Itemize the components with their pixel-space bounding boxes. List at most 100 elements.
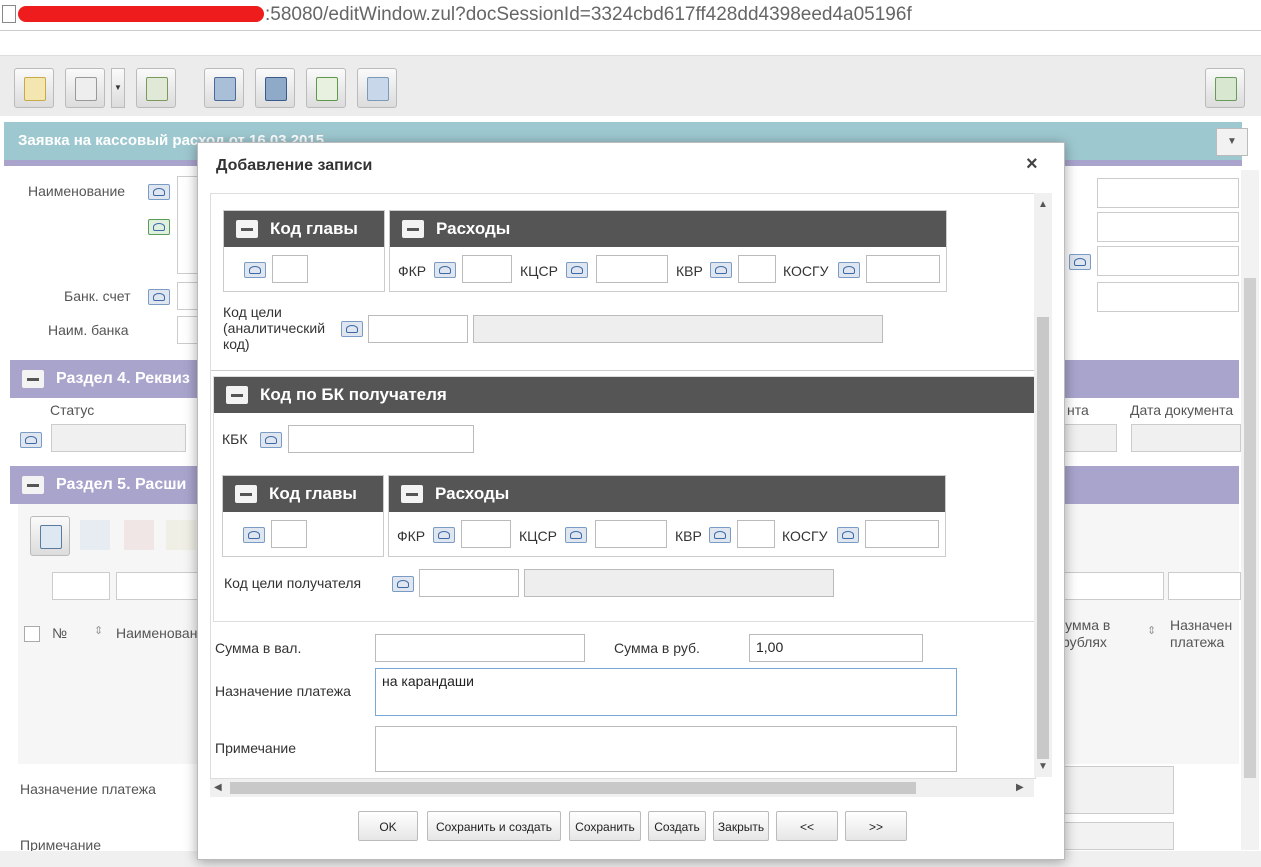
kvr-label: КВР	[676, 263, 703, 279]
kbk-label: КБК	[222, 431, 248, 447]
purpose-textarea[interactable]: на карандаши	[375, 668, 957, 716]
fkr-lookup-icon[interactable]	[434, 262, 456, 278]
page-scroll-thumb[interactable]	[1244, 278, 1256, 778]
dialog-vscroll-thumb[interactable]	[1037, 317, 1049, 759]
kcsr-lookup-icon[interactable]	[566, 262, 588, 278]
sort-icon[interactable]: ⇕	[1147, 624, 1156, 637]
sum-val-input[interactable]	[375, 634, 585, 662]
kod-glavy-lookup-icon[interactable]	[244, 262, 266, 278]
dialog-hscrollbar[interactable]: ◀ ▶	[210, 779, 1034, 797]
collapse-icon[interactable]	[401, 485, 423, 503]
page-scrollbar[interactable]	[1241, 170, 1259, 850]
next-button[interactable]: >>	[845, 811, 907, 841]
kbk-recipient-header[interactable]: Код по БК получателя	[214, 377, 1034, 413]
ok-button[interactable]: OK	[358, 811, 418, 841]
kvr-lookup-icon[interactable]	[710, 262, 732, 278]
kcsr-lookup-icon-2[interactable]	[565, 527, 587, 543]
right-lookup-icon[interactable]	[1069, 254, 1091, 270]
kod-glavy-lookup-icon-2[interactable]	[243, 527, 265, 543]
add-row-button[interactable]	[30, 516, 70, 556]
close-icon[interactable]: ×	[1026, 153, 1038, 176]
collapse-icon[interactable]	[236, 220, 258, 238]
fkr-lookup-icon-2[interactable]	[433, 527, 455, 543]
kod-glavy-header[interactable]: Код главы	[224, 211, 384, 247]
kcsr-input[interactable]	[596, 255, 668, 283]
filter-num[interactable]	[52, 572, 110, 600]
filter-name[interactable]	[116, 572, 200, 600]
save-close-button[interactable]	[204, 68, 244, 108]
kod-celi-poluch-input[interactable]	[419, 569, 519, 597]
kcsr-input-2[interactable]	[595, 520, 667, 548]
right-input-3[interactable]	[1097, 246, 1239, 276]
collapse-icon[interactable]	[402, 220, 424, 238]
save-button[interactable]	[255, 68, 295, 108]
rashody-header-2[interactable]: Расходы	[389, 476, 945, 512]
kvr-input[interactable]	[738, 255, 776, 283]
dialog-hscroll-thumb[interactable]	[230, 782, 916, 794]
status-lookup-icon[interactable]	[20, 432, 42, 448]
collapse-icon[interactable]	[22, 476, 44, 494]
note-textarea[interactable]	[375, 726, 957, 772]
kosgu-input[interactable]	[866, 255, 940, 283]
close-button[interactable]: Закрыть	[713, 811, 769, 841]
edit-row-button[interactable]	[80, 520, 110, 550]
delete-row-button[interactable]	[124, 520, 154, 550]
bg-payment-purpose-input[interactable]	[1062, 766, 1174, 814]
erase-button[interactable]	[357, 68, 397, 108]
scroll-down-icon[interactable]: ▼	[1038, 761, 1048, 772]
kvr-input-2[interactable]	[737, 520, 775, 548]
sort-icon[interactable]: ⇕	[94, 624, 103, 637]
copy-row-button[interactable]	[166, 520, 196, 550]
add-lookup-icon[interactable]	[148, 219, 170, 235]
check-button[interactable]	[306, 68, 346, 108]
exit-button[interactable]	[1205, 68, 1245, 108]
status-input[interactable]	[51, 424, 186, 452]
collapse-icon[interactable]	[226, 386, 248, 404]
kosgu-input-2[interactable]	[865, 520, 939, 548]
copy-dropdown-button[interactable]: ▼	[111, 68, 125, 108]
dialog-vscrollbar[interactable]: ▲ ▼	[1034, 193, 1052, 777]
kvr-lookup-icon-2[interactable]	[709, 527, 731, 543]
right-input-4[interactable]	[1097, 282, 1239, 312]
kosgu-lookup-icon[interactable]	[838, 262, 860, 278]
collapse-icon[interactable]	[235, 485, 257, 503]
print-button[interactable]	[136, 68, 176, 108]
name-lookup-icon[interactable]	[148, 184, 170, 200]
bank-account-lookup-icon[interactable]	[148, 289, 170, 305]
url-text[interactable]: :58080/editWindow.zul?docSessionId=3324c…	[265, 4, 912, 26]
filter-purpose[interactable]	[1168, 572, 1241, 600]
right-input-2[interactable]	[1097, 212, 1239, 242]
copy-document-button[interactable]	[65, 68, 105, 108]
create-button[interactable]: Создать	[648, 811, 706, 841]
header-collapse-button[interactable]: ▼	[1216, 128, 1248, 156]
scroll-right-icon[interactable]: ▶	[1016, 782, 1024, 793]
fkr-input-2[interactable]	[461, 520, 511, 548]
address-bar[interactable]: :58080/editWindow.zul?docSessionId=3324c…	[0, 0, 1261, 31]
dialog-save-button[interactable]: Сохранить	[569, 811, 641, 841]
kbk-lookup-icon[interactable]	[260, 432, 282, 448]
save-and-create-button[interactable]: Сохранить и создать	[427, 811, 561, 841]
select-all-checkbox[interactable]	[24, 626, 40, 642]
fkr-input[interactable]	[462, 255, 512, 283]
right-input-1[interactable]	[1097, 178, 1239, 208]
kbk-input[interactable]	[288, 425, 474, 453]
prev-button[interactable]: <<	[776, 811, 838, 841]
bg-note-input[interactable]	[1062, 822, 1174, 850]
kod-glavy-input-2[interactable]	[271, 520, 307, 548]
scroll-left-icon[interactable]: ◀	[214, 782, 222, 793]
doc-date-input[interactable]	[1131, 424, 1241, 452]
filter-sum[interactable]	[1060, 572, 1164, 600]
kosgu-lookup-icon-2[interactable]	[837, 527, 859, 543]
dialog-content: Код главы Расходы ФКР КЦСР КВР КОСГУ Код…	[210, 193, 1036, 779]
doc-number-input[interactable]	[1063, 424, 1117, 452]
kod-glavy-header-2[interactable]: Код главы	[223, 476, 383, 512]
kod-celi-lookup-icon[interactable]	[341, 321, 363, 337]
scroll-up-icon[interactable]: ▲	[1038, 199, 1048, 210]
new-document-button[interactable]	[14, 68, 54, 108]
kod-celi-input[interactable]	[368, 315, 468, 343]
rashody-header[interactable]: Расходы	[390, 211, 946, 247]
collapse-icon[interactable]	[22, 370, 44, 388]
kod-glavy-input[interactable]	[272, 255, 308, 283]
kod-celi-poluch-lookup-icon[interactable]	[392, 576, 414, 592]
sum-rub-input[interactable]: 1,00	[749, 634, 923, 662]
